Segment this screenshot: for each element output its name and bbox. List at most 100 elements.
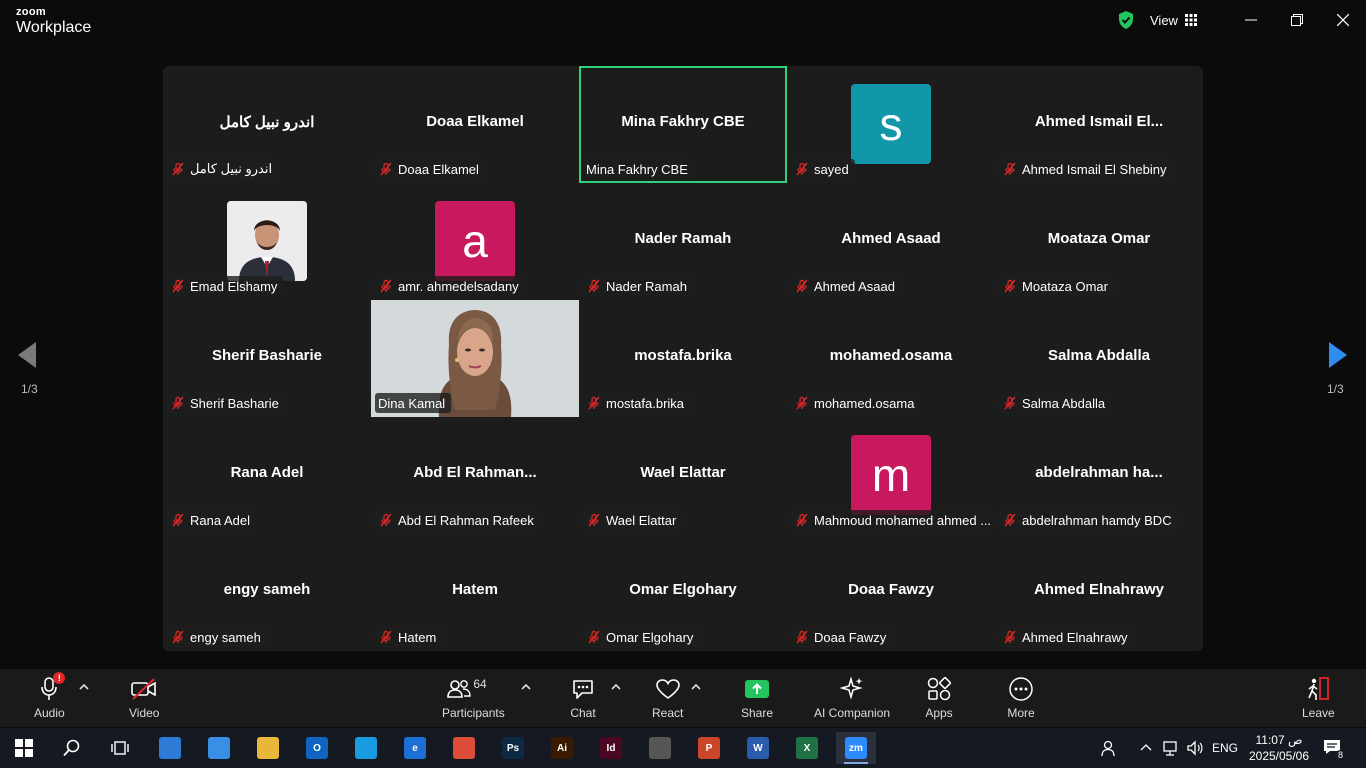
task-view-button[interactable] [100, 732, 140, 764]
participant-tile[interactable]: s sayed [787, 66, 995, 183]
outlook-icon: O [306, 737, 328, 759]
participant-name: Hatem [398, 629, 437, 645]
search-button[interactable] [52, 732, 92, 764]
taskbar-app-zoom[interactable]: zm [836, 732, 876, 764]
react-options-chevron-up-icon[interactable] [690, 681, 702, 693]
participant-tile[interactable]: m Mahmoud mohamed ahmed ... [787, 417, 995, 534]
participant-tile[interactable]: Dina Kamal [371, 300, 579, 417]
participant-tile[interactable]: Doaa Elkamel Doaa Elkamel [371, 66, 579, 183]
taskbar-app-explorer[interactable] [248, 732, 288, 764]
close-button[interactable] [1328, 8, 1358, 32]
participant-photo [227, 201, 307, 281]
taskbar-app-chrome[interactable] [444, 732, 484, 764]
mic-muted-icon [172, 396, 184, 410]
taskbar-app-illustrator[interactable]: Ai [542, 732, 582, 764]
participant-name-label: Ahmed Elnahrawy [999, 627, 1134, 647]
ie-icon: e [404, 737, 426, 759]
language-indicator[interactable]: ENG [1212, 728, 1238, 768]
participant-tile[interactable]: اندرو نبيل كامل اندرو نبيل كامل [163, 66, 371, 183]
taskbar-app-screen[interactable] [199, 732, 239, 764]
participant-name-label: Wael Elattar [583, 510, 683, 530]
participant-tile[interactable]: Moataza Omar Moataza Omar [995, 183, 1203, 300]
participant-tile[interactable]: Hatem Hatem [371, 534, 579, 651]
volume-icon[interactable] [1186, 739, 1204, 757]
audio-options-chevron-up-icon[interactable] [78, 681, 90, 693]
share-button[interactable]: Share [741, 675, 773, 723]
participant-tile[interactable]: Ahmed Ismail El... Ahmed Ismail El Shebin… [995, 66, 1203, 183]
participant-name: mohamed.osama [814, 395, 915, 411]
participant-name-label: Doaa Fawzy [791, 627, 893, 647]
participant-tile[interactable]: mostafa.brika mostafa.brika [579, 300, 787, 417]
participant-tile[interactable]: Rana Adel Rana Adel [163, 417, 371, 534]
network-icon[interactable] [1162, 739, 1180, 757]
participant-tile[interactable]: abdelrahman ha... abdelrahman hamdy BDC [995, 417, 1203, 534]
taskbar-app-indesign[interactable]: Id [591, 732, 631, 764]
people-icon[interactable] [1100, 739, 1118, 757]
calculator-icon [649, 737, 671, 759]
chat-button[interactable]: Chat [568, 675, 598, 723]
ai-companion-button[interactable]: AI Companion [814, 675, 890, 723]
video-button[interactable]: Video [129, 675, 159, 723]
view-button[interactable]: View [1150, 10, 1197, 30]
taskbar-app-edge[interactable] [346, 732, 386, 764]
notification-count: 8 [1335, 750, 1346, 761]
participant-tile[interactable]: mohamed.osama mohamed.osama [787, 300, 995, 417]
apps-icon [927, 677, 951, 701]
participant-tile[interactable]: a amr. ahmedelsadany [371, 183, 579, 300]
more-label: More [1007, 706, 1035, 720]
gallery-view: اندرو نبيل كامل اندرو نبيل كامل Doaa Elkam… [163, 66, 1203, 651]
store-icon [159, 737, 181, 759]
apps-button[interactable]: Apps [924, 675, 954, 723]
notifications-button[interactable]: 8 [1322, 737, 1346, 761]
participant-tile[interactable]: Omar Elgohary Omar Elgohary [579, 534, 787, 651]
audio-button[interactable]: ! Audio [34, 672, 66, 723]
page-indicator-left: 1/3 [21, 382, 38, 396]
participant-tile[interactable]: Wael Elattar Wael Elattar [579, 417, 787, 534]
participant-tile[interactable]: engy sameh engy sameh [163, 534, 371, 651]
participant-name: Abd El Rahman Rafeek [398, 512, 534, 528]
participant-name-label: Hatem [375, 627, 443, 647]
participant-display-name: Doaa Fawzy [848, 581, 934, 598]
mic-muted-icon [1004, 513, 1016, 527]
taskbar-app-photoshop[interactable]: Ps [493, 732, 533, 764]
taskbar-app-store[interactable] [150, 732, 190, 764]
more-button[interactable]: More [1006, 675, 1036, 723]
restore-button[interactable] [1282, 8, 1312, 32]
security-shield-icon[interactable] [1116, 10, 1136, 30]
participant-name: Rana Adel [190, 512, 250, 528]
start-button[interactable] [4, 732, 44, 764]
participant-name: Ahmed Asaad [814, 278, 895, 294]
taskbar-app-ie[interactable]: e [395, 732, 435, 764]
participant-name-label: Doaa Elkamel [375, 159, 485, 179]
participant-name-label: Omar Elgohary [583, 627, 700, 647]
participant-tile[interactable]: Mina Fakhry CBE Mina Fakhry CBE [579, 66, 787, 183]
mic-muted-icon [796, 279, 808, 293]
leave-button[interactable]: Leave [1302, 675, 1335, 723]
participant-tile[interactable]: Ahmed Asaad Ahmed Asaad [787, 183, 995, 300]
participants-button[interactable]: 64 Participants [442, 675, 505, 723]
participant-tile[interactable]: Salma Abdalla Salma Abdalla [995, 300, 1203, 417]
tray-chevron-up-icon[interactable] [1140, 742, 1152, 754]
clock[interactable]: 11:07 ص 2025/05/06 [1248, 732, 1310, 764]
taskbar-app-outlook[interactable]: O [297, 732, 337, 764]
participant-tile[interactable]: Doaa Fawzy Doaa Fawzy [787, 534, 995, 651]
minimize-button[interactable] [1236, 8, 1266, 32]
participant-tile[interactable]: Nader Ramah Nader Ramah [579, 183, 787, 300]
participant-tile[interactable]: Sherif Basharie Sherif Basharie [163, 300, 371, 417]
taskbar-app-excel[interactable]: X [787, 732, 827, 764]
react-button[interactable]: React [652, 675, 683, 723]
taskbar-app-calculator[interactable] [640, 732, 680, 764]
mic-muted-icon [172, 279, 184, 293]
participant-avatar: a [435, 201, 515, 281]
chat-options-chevron-up-icon[interactable] [610, 681, 622, 693]
participant-tile[interactable]: Abd El Rahman... Abd El Rahman Rafeek [371, 417, 579, 534]
mic-muted-icon [380, 162, 392, 176]
restore-icon [1291, 14, 1303, 26]
taskbar-app-word[interactable]: W [738, 732, 778, 764]
participant-tile[interactable]: Ahmed Elnahrawy Ahmed Elnahrawy [995, 534, 1203, 651]
participants-options-chevron-up-icon[interactable] [520, 681, 532, 693]
participant-tile[interactable]: Emad Elshamy [163, 183, 371, 300]
participant-display-name: Ahmed Ismail El... [1034, 113, 1164, 130]
participant-name-label: Emad Elshamy [167, 276, 284, 296]
taskbar-app-powerpoint[interactable]: P [689, 732, 729, 764]
